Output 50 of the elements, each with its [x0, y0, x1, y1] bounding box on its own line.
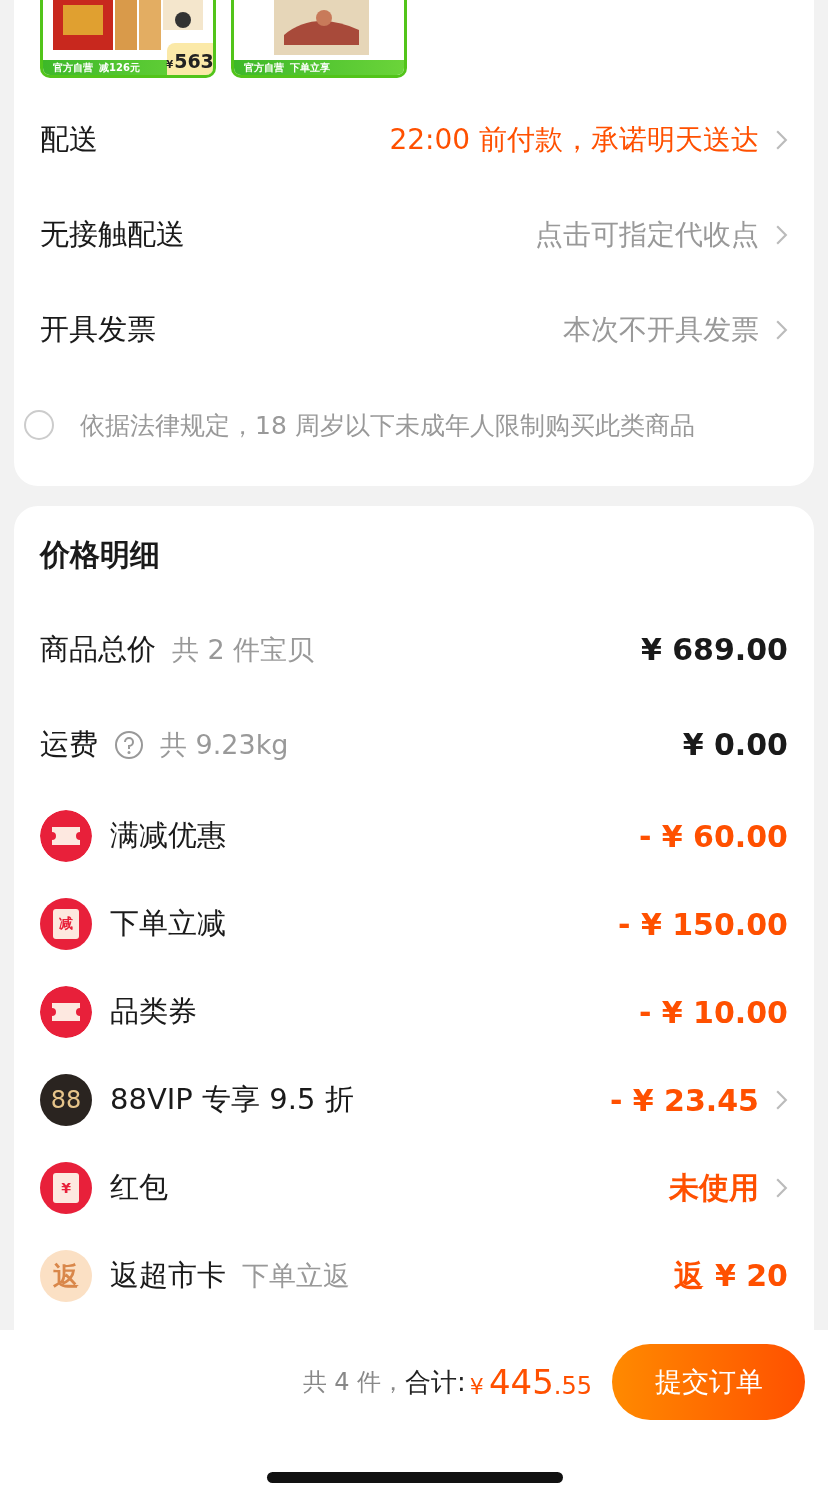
price-label: 运费 [40, 725, 98, 763]
coupon-icon [40, 986, 92, 1038]
envelope-icon: ¥ [40, 1162, 92, 1214]
total-amount: ¥445.55 [469, 1362, 592, 1402]
price-label: 商品总价 [40, 630, 156, 668]
option-value: 点击可指定代收点 [535, 216, 759, 253]
option-label: 开具发票 [40, 310, 157, 348]
price-amount: ¥ 0.00 [682, 727, 788, 762]
price-note: 共 9.23kg [160, 727, 289, 762]
price-label: 满减优惠 [110, 817, 226, 854]
chevron-icon[interactable] [775, 1177, 788, 1199]
agreement-text: 依据法律规定，18 周岁以下未成年人限制购买此类商品 [80, 409, 695, 442]
cashback-icon: 返 [40, 1250, 92, 1302]
chevron-icon [775, 223, 788, 246]
agree-checkbox[interactable] [24, 410, 54, 440]
price-label: 返超市卡 [110, 1257, 226, 1294]
total-label: 合计: [405, 1365, 466, 1399]
price-amount: - ¥ 10.00 [638, 994, 788, 1030]
price-label: 下单立减 [110, 905, 226, 942]
chevron-icon [775, 128, 788, 151]
price-amount: - ¥ 23.45 [609, 1082, 759, 1118]
price-amount: - ¥ 60.00 [638, 818, 788, 854]
price-note: 下单立返 [242, 1259, 350, 1293]
product-tag: 官方自营 [53, 60, 93, 75]
price-label: 品类券 [110, 993, 197, 1030]
option-value: 22:00 前付款，承诺明天送达 [389, 121, 759, 158]
price-note: 共 2 件宝贝 [172, 632, 315, 667]
price-amount: ¥ 689.00 [640, 632, 788, 667]
option-row[interactable]: 配送 22:00 前付款，承诺明天送达 [14, 92, 814, 187]
help-icon[interactable] [114, 729, 144, 760]
option-row[interactable]: 无接触配送 点击可指定代收点 [14, 187, 814, 282]
option-label: 配送 [40, 120, 99, 158]
option-label: 无接触配送 [40, 215, 186, 253]
chevron-icon[interactable] [775, 1089, 788, 1111]
price-label: 红包 [110, 1169, 168, 1206]
option-value: 本次不开具发票 [563, 311, 759, 348]
coupon-icon [40, 810, 92, 862]
item-count: 共 4 件， [302, 1367, 406, 1398]
price-label: 88VIP 专享 9.5 折 [110, 1081, 354, 1118]
price-amount: - ¥ 150.00 [618, 906, 788, 942]
product-promo: 减126元 [99, 61, 140, 75]
envelope-icon: 减 [40, 898, 92, 950]
vip-icon: 88 [40, 1074, 92, 1126]
price-amount: 返 ¥ 20 [674, 1256, 788, 1295]
chevron-icon [775, 318, 788, 341]
product-tag: 官方自营 [244, 60, 284, 75]
section-title: 价格明细 [40, 536, 161, 574]
product-promo: 下单立享 [290, 61, 330, 75]
option-row[interactable]: 开具发票 本次不开具发票 [14, 282, 814, 377]
price-amount: 未使用 [669, 1168, 759, 1207]
